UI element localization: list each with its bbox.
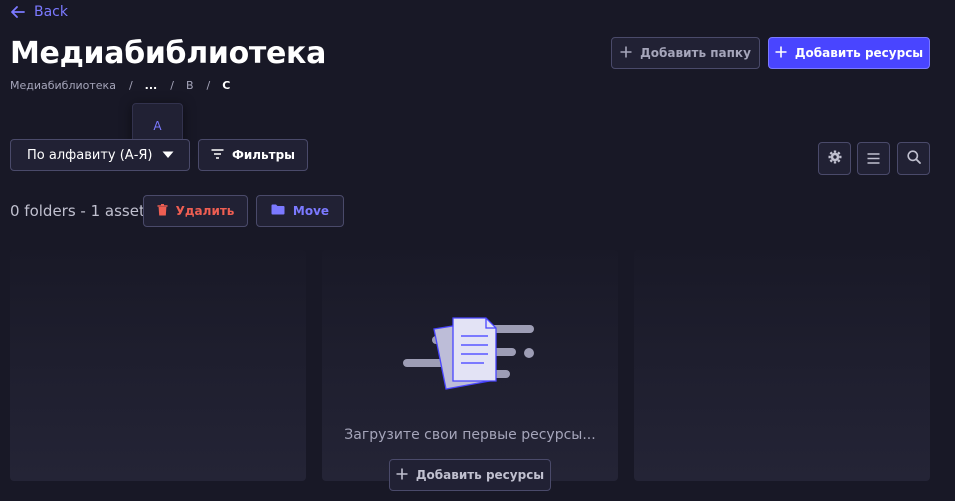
filters-button[interactable]: Фильтры — [198, 139, 308, 171]
list-view-button[interactable] — [857, 142, 890, 175]
breadcrumb: Медиабиблиотека / ... / B / C — [10, 79, 230, 92]
arrow-left-icon — [11, 6, 25, 18]
breadcrumb-separator: / — [170, 79, 174, 92]
search-button[interactable] — [897, 142, 930, 175]
add-folder-button[interactable]: Добавить папку — [611, 37, 760, 69]
delete-label: Удалить — [175, 204, 235, 218]
asset-card-placeholder — [10, 250, 306, 481]
breadcrumb-ellipsis-button[interactable]: ... — [145, 79, 158, 92]
search-icon — [906, 149, 921, 168]
delete-button[interactable]: Удалить — [143, 195, 248, 227]
settings-button[interactable] — [818, 142, 851, 175]
empty-add-assets-label: Добавить ресурсы — [415, 468, 545, 482]
back-link[interactable]: Back — [11, 4, 68, 20]
empty-add-assets-button[interactable]: Добавить ресурсы — [389, 459, 551, 491]
plus-icon — [620, 46, 632, 61]
asset-card-placeholder — [634, 250, 930, 481]
trash-icon — [157, 203, 168, 219]
move-label: Move — [292, 204, 330, 218]
folder-icon — [271, 204, 285, 218]
documents-illustration — [398, 310, 538, 399]
breadcrumb-root[interactable]: Медиабиблиотека — [10, 79, 116, 92]
sort-select[interactable]: По алфавиту (А-Я) — [10, 139, 190, 171]
chevron-down-icon — [162, 148, 174, 163]
filter-icon — [211, 148, 224, 162]
breadcrumb-item-b[interactable]: B — [186, 79, 194, 92]
empty-state-message: Загрузите свои первые ресурсы... — [344, 427, 596, 443]
breadcrumb-current: C — [222, 79, 231, 92]
breadcrumb-separator: / — [128, 79, 133, 92]
add-assets-label: Добавить ресурсы — [794, 46, 924, 60]
page-title: Медиабиблиотека — [10, 36, 327, 71]
plus-icon — [396, 468, 408, 483]
breadcrumb-separator: / — [206, 79, 211, 92]
list-icon — [867, 149, 880, 168]
sort-select-value: По алфавиту (А-Я) — [27, 147, 153, 163]
plus-icon — [775, 46, 787, 61]
add-assets-button[interactable]: Добавить ресурсы — [768, 37, 930, 69]
gear-icon — [828, 149, 842, 168]
back-label: Back — [34, 4, 68, 20]
add-folder-label: Добавить папку — [640, 46, 751, 60]
filters-label: Фильтры — [231, 148, 296, 162]
breadcrumb-dropdown-item-a[interactable]: A — [145, 115, 169, 137]
move-button[interactable]: Move — [256, 195, 344, 227]
selection-count: 0 folders - 1 asset — [10, 202, 145, 220]
